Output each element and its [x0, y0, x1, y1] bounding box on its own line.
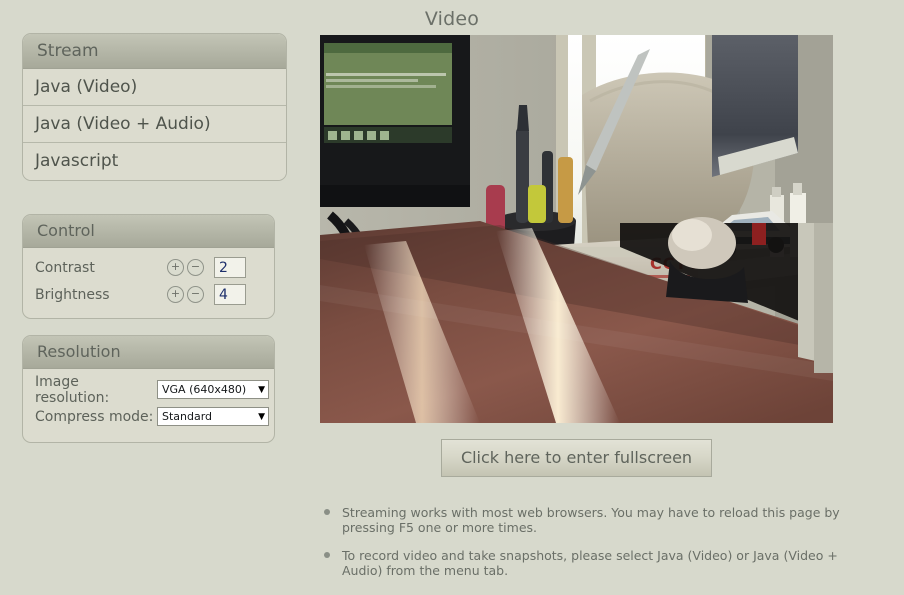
contrast-decrease-icon[interactable]: −: [187, 259, 204, 276]
image-resolution-value: VGA (640x480): [162, 383, 247, 396]
stream-panel-header: Stream: [23, 34, 286, 69]
chevron-down-icon: ▼: [258, 412, 265, 422]
bullet-icon: [324, 552, 330, 558]
video-stream[interactable]: CCTV: [320, 35, 833, 423]
note-text: To record video and take snapshots, plea…: [342, 548, 838, 578]
image-resolution-row: Image resolution: VGA (640x480) ▼: [23, 373, 274, 406]
bullet-icon: [324, 509, 330, 515]
contrast-label: Contrast: [35, 259, 95, 276]
contrast-increase-icon[interactable]: +: [167, 259, 184, 276]
contrast-input[interactable]: [214, 257, 246, 278]
compress-mode-select[interactable]: Standard ▼: [157, 407, 269, 426]
brightness-decrease-icon[interactable]: −: [187, 286, 204, 303]
contrast-stepper: + −: [167, 259, 204, 276]
image-resolution-label: Image resolution:: [35, 373, 110, 406]
notes-list: Streaming works with most web browsers. …: [320, 505, 840, 591]
sidebar-item-java-video[interactable]: Java (Video): [23, 69, 286, 106]
resolution-panel-header: Resolution: [23, 336, 274, 369]
control-panel: Control Contrast + − Brightness + −: [22, 214, 275, 319]
camera-frame: CCTV: [320, 35, 833, 423]
page-title: Video: [424, 8, 480, 30]
compress-mode-label: Compress mode:: [35, 408, 154, 425]
image-resolution-select[interactable]: VGA (640x480) ▼: [157, 380, 269, 399]
brightness-row: Brightness + −: [23, 281, 274, 308]
compress-mode-value: Standard: [162, 410, 213, 423]
brightness-stepper: + −: [167, 286, 204, 303]
chevron-down-icon: ▼: [258, 385, 265, 395]
contrast-row: Contrast + −: [23, 254, 274, 281]
list-item: To record video and take snapshots, plea…: [320, 548, 840, 578]
compress-mode-row: Compress mode: Standard ▼: [23, 403, 274, 430]
resolution-panel: Resolution Image resolution: VGA (640x48…: [22, 335, 275, 443]
enter-fullscreen-button[interactable]: Click here to enter fullscreen: [441, 439, 712, 477]
resolution-panel-body: Image resolution: VGA (640x480) ▼ Compre…: [23, 369, 274, 442]
note-text: Streaming works with most web browsers. …: [342, 505, 840, 535]
control-panel-header: Control: [23, 215, 274, 248]
sidebar-item-javascript[interactable]: Javascript: [23, 143, 286, 180]
brightness-input[interactable]: [214, 284, 246, 305]
list-item: Streaming works with most web browsers. …: [320, 505, 840, 535]
brightness-increase-icon[interactable]: +: [167, 286, 184, 303]
stream-panel: Stream Java (Video) Java (Video + Audio)…: [22, 33, 287, 181]
control-panel-body: Contrast + − Brightness + −: [23, 248, 274, 318]
sidebar-item-java-video-audio[interactable]: Java (Video + Audio): [23, 106, 286, 143]
brightness-label: Brightness: [35, 286, 110, 303]
